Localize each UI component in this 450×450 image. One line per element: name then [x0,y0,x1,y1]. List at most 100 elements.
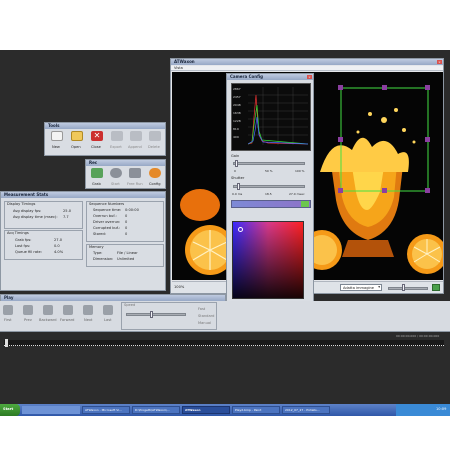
avg-display-fps-value: 25.0 [63,209,72,213]
start-button[interactable]: Start [0,404,20,416]
forward-button[interactable]: Forward [60,318,74,322]
export-icon[interactable] [111,131,123,141]
stored-label: Stored: [93,232,106,236]
close-icon[interactable]: × [437,60,442,64]
stats-titlebar[interactable]: Measurement Stats [1,192,165,198]
speed-radio-manual[interactable]: Manual [198,321,211,325]
avg-display-time-label: Avg display time (msec): [13,215,58,219]
shutter-tick-0: 0.0 ms [232,192,243,196]
avg-display-time-value: 7.7 [63,215,69,219]
zoom-slider-track[interactable] [388,287,428,290]
driver-overrun-label: Driver overrun: [93,220,121,224]
first-frame-icon[interactable] [3,305,13,315]
color-picker-area[interactable] [232,221,304,299]
task-button-2[interactable]: ATWaxon [182,406,230,414]
free-run-button[interactable]: Free Run [127,182,143,186]
lost-fps-label: Lost fps: [15,244,31,248]
close-file-icon[interactable]: ✕ [91,131,103,141]
histogram-panel [231,83,311,151]
camera-titlebar[interactable]: Camera Config [227,74,313,80]
task-label-3: Play2.bmp - Paint [235,408,262,412]
grab-fps-label: Grab fps: [15,238,32,242]
task-button-1[interactable]: D:\Progetti\ATWaxon\... [132,406,180,414]
dimension-label: Dimension: [93,257,114,261]
speed-label: Speed [124,303,136,307]
prev-button[interactable]: Prev [24,318,32,322]
corrupted-value: 0 [125,226,128,230]
camera-close-icon[interactable]: × [307,75,312,79]
gain-slider-track[interactable] [233,162,305,165]
y-tick-6: 409 [233,135,239,139]
last-button[interactable]: Last [104,318,112,322]
backward-icon[interactable] [43,305,53,315]
start-icon[interactable] [110,168,122,178]
append-icon[interactable] [130,131,142,141]
color-channel-bar[interactable] [231,200,311,208]
close-button[interactable]: Close [91,145,101,149]
y-tick-0: 2867 [233,87,241,91]
stats-title: Measurement Stats [4,192,49,197]
next-frame-icon[interactable] [83,305,93,315]
frame-counter: 00:00:00.000 / 00:00:00.000 [396,334,440,338]
display-timings-header: Display Timings [7,202,36,206]
start-label: Start [3,407,14,411]
fit-dropdown[interactable]: Adatta immagine ▾ [340,284,382,291]
screenshot-icon[interactable] [432,284,440,291]
shutter-slider-thumb[interactable] [237,183,240,190]
delete-icon[interactable] [149,131,161,141]
capture-window: Rec Grab Start Free Run Config [85,159,166,189]
dimension-value: Unlimited [117,257,135,261]
prev-frame-icon[interactable] [23,305,33,315]
speed-radio-fast[interactable]: Fast [198,307,205,311]
free-run-icon[interactable] [129,168,141,178]
delete-button[interactable]: Delete [148,145,160,149]
timeline-track[interactable] [4,340,444,346]
append-button[interactable]: Append [128,145,142,149]
capture-titlebar[interactable]: Rec [86,160,165,166]
color-picker-cursor[interactable] [238,227,243,232]
next-button[interactable]: Next [84,318,92,322]
new-button[interactable]: New [52,145,60,149]
backward-button[interactable]: Backward [39,318,57,322]
shutter-slider-track[interactable] [233,185,305,188]
grab-icon[interactable] [91,168,103,178]
speed-slider-track[interactable] [126,313,186,316]
menu-item-vista[interactable]: Vista [174,66,183,70]
grab-button[interactable]: Grab [92,182,101,186]
start-button[interactable]: Start [111,182,120,186]
last-frame-icon[interactable] [103,305,113,315]
shutter-tick-1: 18.5 [265,192,272,196]
chevron-down-icon: ▾ [378,285,380,289]
camera-title: Camera Config [230,74,263,79]
task-button-4[interactable]: 2012_07_27 - Pictalls... [282,406,330,414]
config-gear-icon[interactable] [149,168,161,178]
task-label-4: 2012_07_27 - Pictalls... [285,408,320,412]
stats-window: Measurement Stats Display Timings Avg di… [0,191,166,291]
gain-slider-thumb[interactable] [235,160,238,167]
histogram-plot [248,87,308,145]
task-button-3[interactable]: Play2.bmp - Paint [232,406,280,414]
y-tick-4: 1228 [233,119,241,123]
new-file-icon[interactable] [51,131,63,141]
forward-icon[interactable] [63,305,73,315]
tools-titlebar[interactable]: Tools [45,123,165,129]
speed-slider-thumb[interactable] [150,311,153,318]
speed-radio-standard[interactable]: Standard [198,314,214,318]
task-button-0[interactable]: ATWaxon - Microsoft Vi... [82,406,130,414]
seq-time-value: 0:00:00 [125,208,139,212]
stored-value: 0 [125,232,128,236]
zoom-slider-thumb[interactable] [402,284,405,291]
config-button[interactable]: Config [149,182,161,186]
open-button[interactable]: Open [71,145,81,149]
driver-overrun-value: 0 [125,220,128,224]
main-window-titlebar[interactable]: ATWaxon [171,59,443,65]
task-label-2: ATWaxon [185,408,201,412]
timeline-thumb[interactable] [5,339,8,347]
open-folder-icon[interactable] [71,131,83,141]
color-channel-indicator [301,201,309,207]
y-tick-3: 1638 [233,111,241,115]
clock: 10:09 [436,407,447,411]
tools-window: Tools New Open ✕ Close Export Append Del… [44,122,166,156]
first-button[interactable]: First [4,318,12,322]
export-button[interactable]: Export [110,145,122,149]
